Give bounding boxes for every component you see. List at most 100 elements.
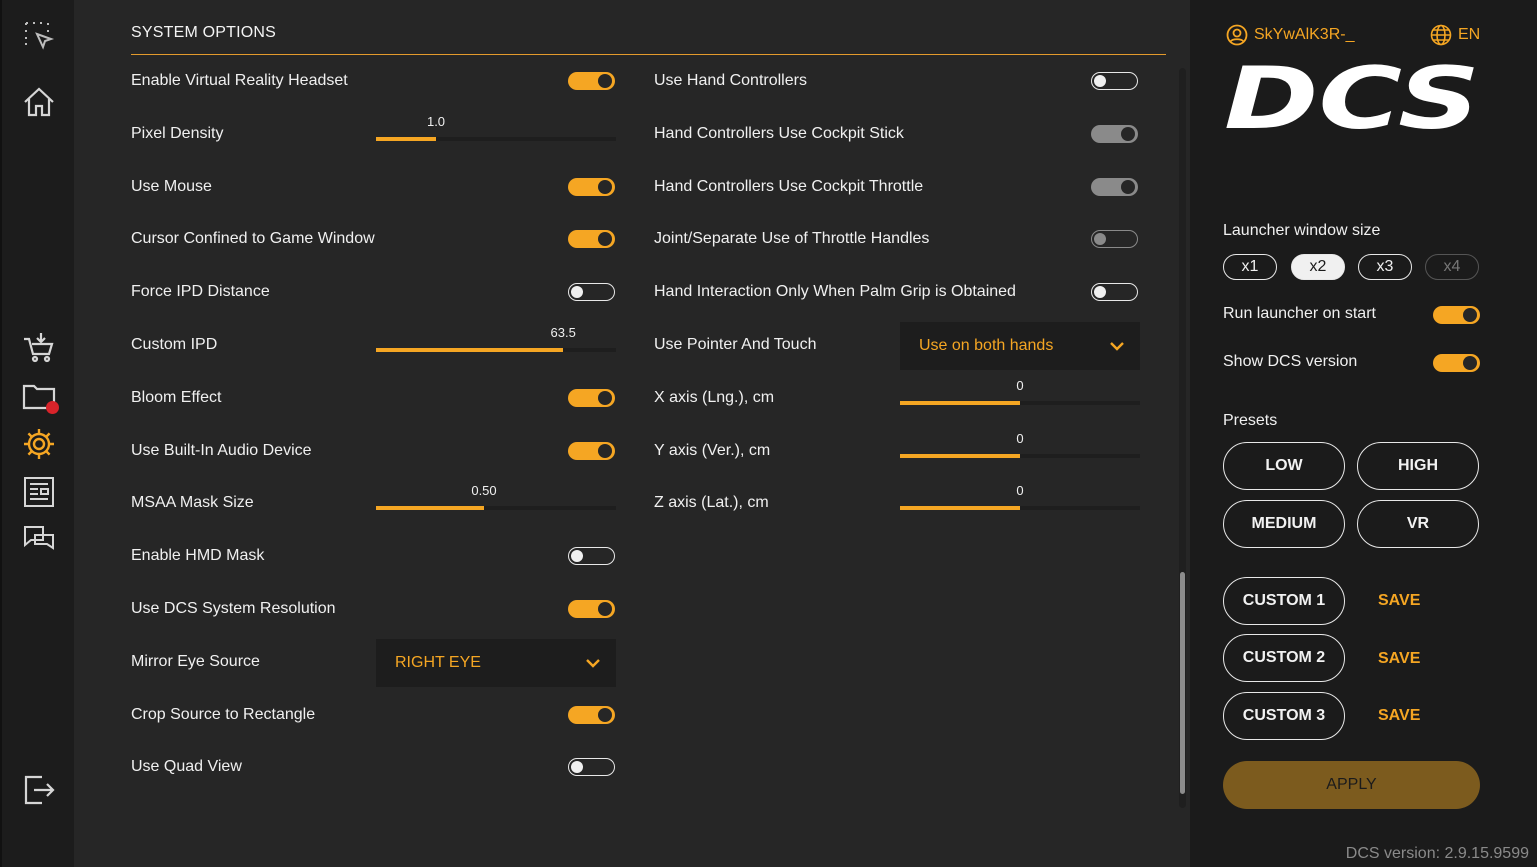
use-quad-view-toggle[interactable] bbox=[568, 758, 615, 777]
dropdown-value: RIGHT EYE bbox=[395, 653, 481, 671]
dcs-version-text: DCS version: 2.9.15.9599 bbox=[1345, 845, 1529, 862]
globe-icon bbox=[1430, 24, 1452, 46]
slider-fill bbox=[376, 348, 564, 352]
hand-controllers-use-cockpit-throttle-toggle[interactable] bbox=[1091, 177, 1138, 196]
size-x4-button[interactable]: x4 bbox=[1425, 254, 1479, 280]
y-axis-ver-cm-slider[interactable]: 0 bbox=[900, 431, 1140, 458]
use-hand-controllers-toggle[interactable] bbox=[1091, 72, 1138, 90]
home-icon[interactable] bbox=[21, 84, 57, 120]
section-title: SYSTEM OPTIONS bbox=[131, 24, 277, 41]
section-divider bbox=[131, 54, 1166, 55]
store-cart-icon[interactable] bbox=[21, 330, 57, 366]
option-row-use-dcs-system-resolution: Use DCS System Resolution bbox=[131, 594, 336, 624]
exit-icon[interactable] bbox=[21, 772, 57, 808]
option-row-bloom-effect: Bloom Effect bbox=[131, 383, 221, 413]
option-row-z-axis-lat-cm: Z axis (Lat.), cm bbox=[654, 488, 769, 518]
z-axis-lat-cm-slider[interactable]: 0 bbox=[900, 483, 1140, 511]
chevron-down-icon bbox=[1110, 342, 1124, 351]
option-row-msaa-mask-size: MSAA Mask Size bbox=[131, 488, 254, 518]
use-mouse-toggle[interactable] bbox=[568, 177, 615, 196]
language-selector[interactable]: EN bbox=[1430, 24, 1480, 46]
preset-low-button[interactable]: LOW bbox=[1223, 442, 1345, 490]
enable-virtual-reality-headset-toggle[interactable] bbox=[568, 72, 615, 90]
option-label: Mirror Eye Source bbox=[131, 652, 260, 670]
pixel-density-slider[interactable]: 1.0 bbox=[376, 114, 616, 141]
user-icon bbox=[1226, 24, 1248, 46]
option-row-use-pointer-and-touch: Use Pointer And Touch bbox=[654, 330, 816, 360]
msaa-mask-size-slider[interactable]: 0.50 bbox=[376, 483, 616, 511]
news-icon[interactable] bbox=[21, 474, 57, 510]
save-custom-2-button[interactable]: SAVE bbox=[1378, 650, 1420, 668]
enable-hmd-mask-toggle[interactable] bbox=[568, 547, 615, 566]
option-label: Use DCS System Resolution bbox=[131, 600, 336, 617]
use-dcs-system-resolution-toggle[interactable] bbox=[568, 600, 615, 618]
custom-2-button[interactable]: CUSTOM 2 bbox=[1223, 634, 1345, 682]
option-row-crop-source-to-rectangle: Crop Source to Rectangle bbox=[131, 700, 315, 730]
option-row-hand-controllers-use-cockpit-stick: Hand Controllers Use Cockpit Stick bbox=[654, 119, 904, 149]
custom-1-button[interactable]: CUSTOM 1 bbox=[1223, 577, 1345, 625]
launcher-size-label: Launcher window size bbox=[1223, 222, 1381, 239]
use-built-in-audio-device-toggle[interactable] bbox=[568, 441, 615, 460]
option-label: Crop Source to Rectangle bbox=[131, 705, 316, 723]
option-label: Hand Interaction Only When Palm Grip is … bbox=[654, 283, 1016, 301]
crop-source-to-rectangle-toggle[interactable] bbox=[568, 705, 615, 724]
scrollbar-thumb[interactable] bbox=[1180, 572, 1185, 794]
chevron-down-icon bbox=[586, 658, 600, 668]
settings-gear-icon[interactable] bbox=[21, 426, 57, 462]
slider-value: 0.50 bbox=[471, 483, 497, 499]
option-row-custom-ipd: Custom IPD bbox=[131, 330, 217, 360]
hand-interaction-only-when-palm-grip-is-obtained-toggle[interactable] bbox=[1091, 283, 1138, 302]
option-label: Hand Controllers Use Cockpit Stick bbox=[654, 124, 904, 142]
preset-medium-button[interactable]: MEDIUM bbox=[1223, 500, 1345, 548]
notification-dot bbox=[46, 401, 59, 414]
slider-fill bbox=[900, 400, 1020, 405]
folder-icon[interactable] bbox=[21, 378, 59, 414]
community-chat-icon[interactable] bbox=[21, 522, 57, 558]
use-pointer-and-touch-dropdown[interactable]: Use on both hands bbox=[900, 322, 1140, 370]
run-on-start-toggle[interactable] bbox=[1433, 306, 1480, 324]
option-row-hand-interaction-only-when-palm-grip-is-obtained: Hand Interaction Only When Palm Grip is … bbox=[654, 277, 1016, 307]
preset-high-button[interactable]: HIGH bbox=[1357, 442, 1479, 490]
size-x2-button[interactable]: x2 bbox=[1291, 254, 1345, 280]
option-row-pixel-density: Pixel Density bbox=[131, 119, 223, 149]
slider-value: 0 bbox=[1016, 483, 1024, 499]
option-label: Use Mouse bbox=[131, 177, 212, 195]
x-axis-lng-cm-slider[interactable]: 0 bbox=[900, 378, 1140, 405]
size-x1-button[interactable]: x1 bbox=[1223, 254, 1277, 280]
option-label: Use Pointer And Touch bbox=[654, 336, 817, 353]
option-row-mirror-eye-source: Mirror Eye Source bbox=[131, 647, 260, 677]
presets-label: Presets bbox=[1223, 412, 1278, 429]
option-row-hand-controllers-use-cockpit-throttle: Hand Controllers Use Cockpit Throttle bbox=[654, 172, 923, 202]
option-row-cursor-confined-to-game-window: Cursor Confined to Game Window bbox=[131, 224, 375, 254]
slider-value: 0 bbox=[1016, 377, 1024, 393]
slider-fill bbox=[900, 453, 1020, 458]
size-x3-button[interactable]: x3 bbox=[1358, 254, 1412, 280]
apply-button[interactable]: APPLY bbox=[1223, 761, 1480, 809]
select-area-icon[interactable] bbox=[21, 18, 57, 54]
show-version-toggle[interactable] bbox=[1433, 354, 1480, 372]
joint-separate-use-of-throttle-handles-toggle[interactable] bbox=[1091, 230, 1138, 249]
cursor-confined-to-game-window-toggle[interactable] bbox=[568, 230, 615, 249]
mirror-eye-source-dropdown[interactable]: RIGHT EYE bbox=[376, 638, 616, 687]
user-account[interactable]: SkYwAlK3R-_ bbox=[1226, 24, 1354, 46]
custom-3-button[interactable]: CUSTOM 3 bbox=[1223, 692, 1345, 740]
slider-fill bbox=[900, 506, 1020, 511]
option-row-use-built-in-audio-device: Use Built-In Audio Device bbox=[131, 436, 312, 466]
option-label: Use Quad View bbox=[131, 758, 242, 776]
option-label: Force IPD Distance bbox=[131, 283, 270, 301]
left-navigation bbox=[0, 0, 74, 867]
save-custom-1-button[interactable]: SAVE bbox=[1378, 592, 1420, 610]
option-row-force-ipd-distance: Force IPD Distance bbox=[131, 277, 270, 307]
bloom-effect-toggle[interactable] bbox=[568, 388, 615, 407]
option-row-joint-separate-use-of-throttle-handles: Joint/Separate Use of Throttle Handles bbox=[654, 224, 929, 254]
slider-fill bbox=[376, 506, 484, 511]
custom-ipd-slider[interactable]: 63.5 bbox=[376, 325, 616, 352]
hand-controllers-use-cockpit-stick-toggle[interactable] bbox=[1091, 124, 1138, 143]
force-ipd-distance-toggle[interactable] bbox=[568, 283, 615, 302]
system-options-panel: SYSTEM OPTIONS Enable Virtual Reality He… bbox=[74, 0, 1190, 867]
slider-fill bbox=[376, 136, 436, 141]
save-custom-3-button[interactable]: SAVE bbox=[1378, 707, 1420, 725]
option-label: Hand Controllers Use Cockpit Throttle bbox=[654, 177, 924, 195]
preset-vr-button[interactable]: VR bbox=[1357, 500, 1479, 548]
option-row-use-mouse: Use Mouse bbox=[131, 172, 212, 202]
